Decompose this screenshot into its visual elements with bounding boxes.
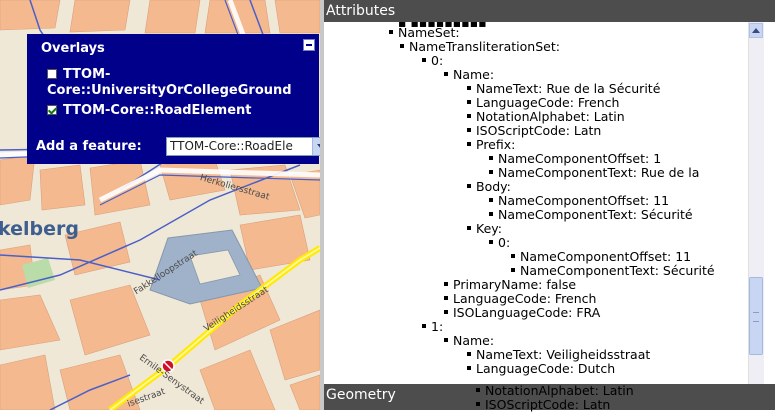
tree-item: 1: bbox=[422, 320, 443, 334]
feature-type-value: TTOM-Core::RoadEle bbox=[170, 139, 293, 153]
tree-item: NotationAlphabet: Latin bbox=[467, 110, 625, 124]
layer-checkbox[interactable] bbox=[47, 69, 57, 79]
tree-item: LanguageCode: Dutch bbox=[467, 362, 615, 376]
tree-item: NameText: Veiligheidsstraat bbox=[467, 348, 650, 362]
tree-item: LanguageCode: French bbox=[467, 96, 619, 110]
tree-item: Prefix: bbox=[467, 138, 515, 152]
layer-road-element[interactable]: TTOM-Core::RoadElement bbox=[47, 102, 252, 119]
add-feature-label: Add a feature: bbox=[36, 139, 142, 154]
tree-item: PrimaryName: false bbox=[444, 278, 576, 292]
tree-item: NameSet: bbox=[389, 26, 460, 40]
attributes-tree[interactable]: ▪ ▪▪▪▪▪▪▪▪▪ NameSet: NameTransliteration… bbox=[324, 22, 762, 384]
tree-item: 0: bbox=[422, 54, 443, 68]
tree-item: Name: bbox=[444, 68, 494, 82]
tree-item: NameComponentText: Rue de la bbox=[489, 166, 699, 180]
tree-item: Name: bbox=[444, 334, 494, 348]
overlays-title: Overlays bbox=[41, 41, 105, 56]
tree-item: Body: bbox=[467, 180, 511, 194]
tree-item: NameComponentOffset: 11 bbox=[511, 250, 691, 264]
layer-checkbox[interactable] bbox=[47, 105, 57, 115]
tree-item: NameComponentText: Sécurité bbox=[489, 208, 693, 222]
layer-label: TTOM- bbox=[63, 67, 111, 82]
map-place-label: kelberg bbox=[0, 218, 79, 240]
scroll-up-icon[interactable] bbox=[749, 23, 763, 38]
layer-label: TTOM-Core::RoadElement bbox=[63, 103, 252, 118]
tree-item: NameComponentText: Sécurité bbox=[511, 264, 715, 278]
tree-item: NameText: Rue de la Sécurité bbox=[467, 82, 660, 96]
attributes-header[interactable]: Attributes bbox=[324, 0, 775, 22]
tree-item: NameTransliterationSet: bbox=[400, 40, 560, 54]
tree-item: LanguageCode: French bbox=[444, 292, 596, 306]
scroll-thumb[interactable] bbox=[749, 277, 763, 355]
tree-item: ISOLanguageCode: FRA bbox=[444, 306, 600, 320]
tree-item: 0: bbox=[489, 236, 510, 250]
layer-university-ground[interactable]: TTOM- bbox=[47, 66, 110, 83]
feature-type-select[interactable]: TTOM-Core::RoadEle bbox=[166, 137, 329, 156]
layer-label-continued: Core::UniversityOrCollegeGround bbox=[47, 83, 292, 98]
minimize-icon[interactable] bbox=[303, 39, 315, 51]
attributes-panel: Attributes ▪ ▪▪▪▪▪▪▪▪▪ NameSet: NameTran… bbox=[324, 0, 775, 412]
overlays-panel: Overlays TTOM- Core::UniversityOrCollege… bbox=[27, 34, 329, 164]
attributes-scrollbar[interactable] bbox=[748, 22, 764, 384]
tree-item: ISOScriptCode: Latn bbox=[467, 124, 601, 138]
tree-item: Key: bbox=[467, 222, 502, 236]
tree-item: NameComponentOffset: 1 bbox=[489, 152, 661, 166]
tree-item: NameComponentOffset: 11 bbox=[489, 194, 669, 208]
